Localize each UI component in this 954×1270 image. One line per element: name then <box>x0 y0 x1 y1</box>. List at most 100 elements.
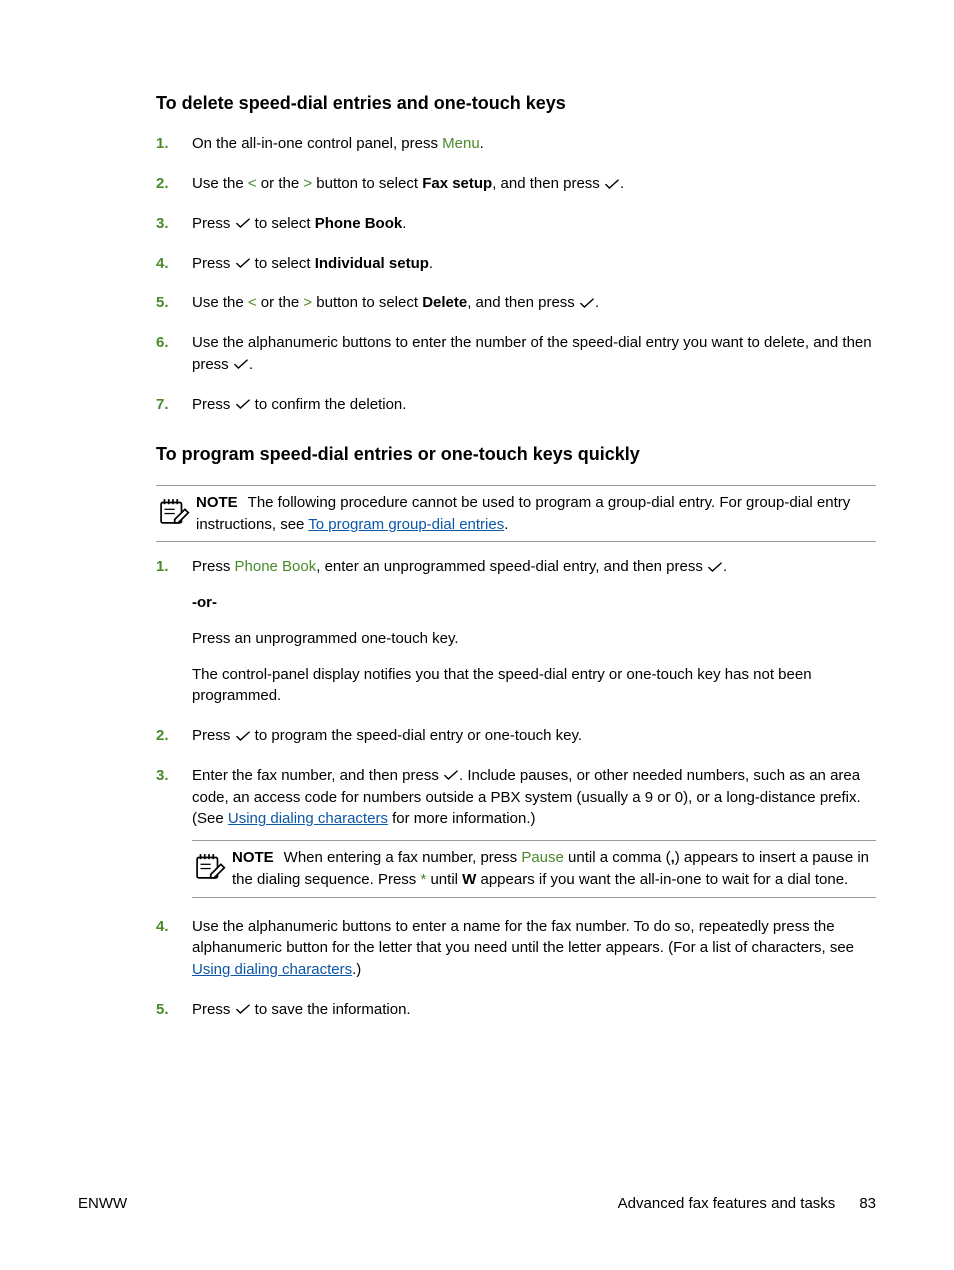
check-icon <box>234 359 248 370</box>
text: until a comma ( <box>564 849 671 866</box>
step-body: Press to program the speed-dial entry or… <box>192 725 876 747</box>
list-item: 5. Press to save the information. <box>156 999 876 1021</box>
list-item: 4. Press to select Individual setup. <box>156 253 876 275</box>
text: button to select <box>312 294 422 311</box>
link-dialing-characters[interactable]: Using dialing characters <box>228 810 388 827</box>
link-dialing-characters[interactable]: Using dialing characters <box>192 961 352 978</box>
check-icon <box>444 770 458 781</box>
ui-label-menu: Menu <box>442 135 480 152</box>
step-body: Use the < or the > button to select Dele… <box>192 292 876 314</box>
step-number: 3. <box>156 765 192 787</box>
list-item: 7. Press to confirm the deletion. <box>156 394 876 416</box>
text: Use the alphanumeric buttons to enter a … <box>192 918 854 957</box>
check-icon <box>580 298 594 309</box>
bold-text: Delete <box>422 294 467 311</box>
step-number: 5. <box>156 292 192 314</box>
check-icon <box>236 258 250 269</box>
text: or the <box>257 175 304 192</box>
list-item: 3. Enter the fax number, and then press … <box>156 765 876 898</box>
note-label: NOTE <box>232 849 274 866</box>
step-number: 7. <box>156 394 192 416</box>
check-icon <box>236 399 250 410</box>
bold-text: Individual setup <box>315 255 429 272</box>
page-number: 83 <box>859 1195 876 1212</box>
step-body: Press Phone Book, enter an unprogrammed … <box>192 556 876 707</box>
less-than-icon: < <box>248 175 257 192</box>
step-number: 1. <box>156 556 192 578</box>
text: , enter an unprogrammed speed-dial entry… <box>316 558 707 575</box>
section1-heading: To delete speed-dial entries and one-tou… <box>156 92 876 115</box>
section2-heading: To program speed-dial entries or one-tou… <box>156 443 876 466</box>
text: to select <box>251 255 315 272</box>
text: Use the <box>192 175 248 192</box>
bold-text: Fax setup <box>422 175 492 192</box>
list-item: 2. Use the < or the > button to select F… <box>156 173 876 195</box>
text: . <box>480 135 484 152</box>
text: Use the alphanumeric buttons to enter th… <box>192 334 872 373</box>
page-footer: ENWW Advanced fax features and tasks 83 <box>78 1195 876 1212</box>
text: Press <box>192 396 235 413</box>
text: . <box>504 516 508 533</box>
list-item: 6. Use the alphanumeric buttons to enter… <box>156 332 876 376</box>
text: to confirm the deletion. <box>251 396 407 413</box>
text: , and then press <box>467 294 579 311</box>
list-item: 2. Press to program the speed-dial entry… <box>156 725 876 747</box>
paragraph: Press an unprogrammed one-touch key. <box>192 628 876 650</box>
section2-steps: 1. Press Phone Book, enter an unprogramm… <box>156 556 876 1020</box>
text: . <box>429 255 433 272</box>
greater-than-icon: > <box>303 175 312 192</box>
or-divider: -or- <box>192 592 876 614</box>
note-icon <box>192 847 232 890</box>
step-number: 2. <box>156 173 192 195</box>
list-item: 1. On the all-in-one control panel, pres… <box>156 133 876 155</box>
text: On the all-in-one control panel, press <box>192 135 442 152</box>
section1-steps: 1. On the all-in-one control panel, pres… <box>156 133 876 415</box>
text: When entering a fax number, press <box>284 849 522 866</box>
step-body: Use the alphanumeric buttons to enter th… <box>192 332 876 376</box>
list-item: 3. Press to select Phone Book. <box>156 213 876 235</box>
check-icon <box>236 1004 250 1015</box>
bold-text: Phone Book <box>315 215 403 232</box>
step-body: Press to select Individual setup. <box>192 253 876 275</box>
step-number: 4. <box>156 916 192 938</box>
note-content: NOTE When entering a fax number, press Pa… <box>232 847 876 891</box>
link-group-dial[interactable]: To program group-dial entries <box>308 516 504 533</box>
text: .) <box>352 961 361 978</box>
text: to program the speed-dial entry or one-t… <box>251 727 583 744</box>
check-icon <box>708 562 722 573</box>
note-block: NOTE When entering a fax number, press Pa… <box>192 840 876 898</box>
text: to select <box>251 215 315 232</box>
text: until <box>426 871 462 888</box>
footer-section-title: Advanced fax features and tasks <box>618 1195 836 1212</box>
step-body: Press to confirm the deletion. <box>192 394 876 416</box>
step-number: 1. <box>156 133 192 155</box>
list-item: 1. Press Phone Book, enter an unprogramm… <box>156 556 876 707</box>
text: . <box>402 215 406 232</box>
text: . <box>595 294 599 311</box>
note-label: NOTE <box>196 494 238 511</box>
text: , and then press <box>492 175 604 192</box>
text: . <box>620 175 624 192</box>
step-body: Use the < or the > button to select Fax … <box>192 173 876 195</box>
ui-label-pause: Pause <box>521 849 564 866</box>
text: . <box>723 558 727 575</box>
text: button to select <box>312 175 422 192</box>
note-content: NOTEThe following procedure cannot be us… <box>196 492 876 536</box>
text: or the <box>257 294 304 311</box>
text: to save the information. <box>251 1001 411 1018</box>
check-icon <box>236 731 250 742</box>
text: Press <box>192 215 235 232</box>
note-block: NOTEThe following procedure cannot be us… <box>156 485 876 543</box>
step-body: Press to select Phone Book. <box>192 213 876 235</box>
step-number: 6. <box>156 332 192 354</box>
bold-text: W <box>462 871 476 888</box>
text: Press <box>192 558 235 575</box>
step-number: 2. <box>156 725 192 747</box>
step-body: Use the alphanumeric buttons to enter a … <box>192 916 876 981</box>
text: Enter the fax number, and then press <box>192 767 443 784</box>
greater-than-icon: > <box>303 294 312 311</box>
list-item: 5. Use the < or the > button to select D… <box>156 292 876 314</box>
step-body: Enter the fax number, and then press . I… <box>192 765 876 898</box>
paragraph: The control-panel display notifies you t… <box>192 664 876 708</box>
list-item: 4. Use the alphanumeric buttons to enter… <box>156 916 876 981</box>
